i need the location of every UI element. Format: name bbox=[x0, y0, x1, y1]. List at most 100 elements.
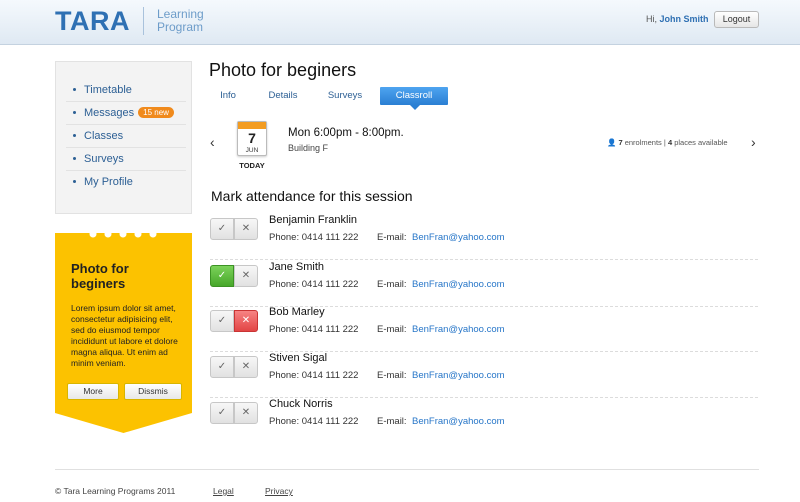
email-link[interactable]: BenFran@yahoo.com bbox=[412, 232, 505, 243]
attendance-row: ✓ ✕ Bob Marley Phone: 0414 111 222 E-mai… bbox=[210, 306, 758, 352]
sidebar-item-label: Classes bbox=[84, 130, 124, 142]
mark-present-button[interactable]: ✓ bbox=[210, 218, 234, 240]
person-icon: 👤 bbox=[607, 138, 617, 147]
sidebar-item-label: My Profile bbox=[84, 176, 133, 188]
user-name[interactable]: John Smith bbox=[660, 14, 709, 24]
mark-present-button[interactable]: ✓ bbox=[210, 402, 234, 424]
next-session-arrow-icon[interactable]: › bbox=[751, 134, 756, 150]
phone-label: Phone: bbox=[269, 324, 300, 335]
person-name: Stiven Sigal bbox=[269, 352, 328, 364]
attendance-title: Mark attendance for this session bbox=[211, 188, 413, 204]
legal-link[interactable]: Legal bbox=[213, 486, 234, 496]
sidebar-item-label: Timetable bbox=[84, 84, 132, 96]
email-link[interactable]: BenFran@yahoo.com bbox=[412, 416, 505, 427]
enrolments-label: enrolments | bbox=[624, 138, 666, 147]
sidebar-nav: Timetable Messages 15 new Classes Surveys… bbox=[55, 61, 192, 214]
logo-sub-line2: Program bbox=[157, 20, 204, 34]
enrolment-info: 👤 7 enrolments | 4 places available bbox=[607, 138, 728, 147]
places-label: places available bbox=[674, 138, 728, 147]
email-label: E-mail: bbox=[377, 416, 407, 427]
logo-divider bbox=[143, 7, 144, 35]
phone-value: 0414 111 222 bbox=[301, 232, 359, 243]
calendar-icon: 7 JUN bbox=[237, 121, 267, 156]
page-title: Photo for beginers bbox=[209, 60, 357, 80]
person-name: Jane Smith bbox=[269, 261, 325, 273]
phone-label: Phone: bbox=[269, 416, 300, 427]
person-name: Bob Marley bbox=[269, 306, 325, 318]
mark-absent-button[interactable]: ✕ bbox=[234, 356, 258, 378]
header-bar: TARA Learning Program Hi, John Smith Log… bbox=[0, 0, 800, 45]
person-phone: Phone: 0414 111 222 bbox=[269, 232, 358, 243]
mark-absent-button[interactable]: ✕ bbox=[234, 265, 258, 287]
calendar-month: JUN bbox=[245, 147, 259, 154]
tab-info[interactable]: Info bbox=[212, 87, 244, 105]
person-name: Benjamin Franklin bbox=[269, 214, 358, 226]
mark-present-button[interactable]: ✓ bbox=[210, 265, 234, 287]
phone-value: 0414 111 222 bbox=[301, 416, 359, 427]
bullet-icon bbox=[73, 179, 76, 183]
promo-dismiss-button[interactable]: Dissmis bbox=[124, 383, 182, 400]
mark-absent-button[interactable]: ✕ bbox=[234, 310, 258, 332]
person-phone: Phone: 0414 111 222 bbox=[269, 416, 358, 427]
attendance-row: ✓ ✕ Benjamin Franklin Phone: 0414 111 22… bbox=[210, 214, 758, 260]
logo-subtitle: Learning Program bbox=[157, 8, 204, 34]
mark-absent-button[interactable]: ✕ bbox=[234, 218, 258, 240]
tab-classroll[interactable]: Classroll bbox=[380, 87, 448, 110]
logo[interactable]: TARA bbox=[55, 6, 130, 37]
email-link[interactable]: BenFran@yahoo.com bbox=[412, 324, 505, 335]
footer-divider bbox=[55, 469, 759, 470]
bullet-icon bbox=[73, 110, 76, 114]
privacy-link[interactable]: Privacy bbox=[265, 486, 293, 496]
sidebar-item-label: Messages bbox=[84, 107, 135, 119]
bullet-icon bbox=[73, 87, 76, 91]
previous-session-arrow-icon[interactable]: ‹ bbox=[210, 134, 215, 150]
logout-button[interactable]: Logout bbox=[714, 11, 759, 28]
calendar-day: 7 bbox=[248, 130, 256, 146]
tab-details[interactable]: Details bbox=[260, 87, 306, 105]
session-place: Building F bbox=[288, 143, 329, 153]
email-link[interactable]: BenFran@yahoo.com bbox=[412, 279, 505, 290]
person-phone: Phone: 0414 111 222 bbox=[269, 279, 358, 290]
email-label: E-mail: bbox=[377, 370, 407, 381]
email-link[interactable]: BenFran@yahoo.com bbox=[412, 370, 505, 381]
sidebar-item-surveys[interactable]: Surveys bbox=[66, 148, 186, 171]
mark-present-button[interactable]: ✓ bbox=[210, 356, 234, 378]
promo-title: Photo for beginers bbox=[71, 261, 129, 291]
mark-present-button[interactable]: ✓ bbox=[210, 310, 234, 332]
email-label: E-mail: bbox=[377, 232, 407, 243]
bullet-icon bbox=[73, 133, 76, 137]
phone-label: Phone: bbox=[269, 232, 300, 243]
phone-value: 0414 111 222 bbox=[301, 279, 359, 290]
sidebar-item-my-profile[interactable]: My Profile bbox=[66, 171, 186, 194]
sidebar-item-messages[interactable]: Messages 15 new bbox=[66, 102, 186, 125]
enrolments-count: 7 bbox=[618, 138, 623, 147]
today-label: TODAY bbox=[239, 161, 265, 170]
tab-surveys[interactable]: Surveys bbox=[320, 87, 370, 105]
attendance-row: ✓ ✕ Chuck Norris Phone: 0414 111 222 E-m… bbox=[210, 398, 758, 444]
places-count: 4 bbox=[667, 138, 673, 147]
sidebar-item-classes[interactable]: Classes bbox=[66, 125, 186, 148]
mark-absent-button[interactable]: ✕ bbox=[234, 402, 258, 424]
sidebar-item-label: Surveys bbox=[84, 153, 124, 165]
promo-card: Photo for beginers Lorem ipsum dolor sit… bbox=[55, 233, 192, 433]
attendance-row: ✓ ✕ Jane Smith Phone: 0414 111 222 E-mai… bbox=[210, 261, 758, 307]
phone-label: Phone: bbox=[269, 370, 300, 381]
bullet-icon bbox=[73, 156, 76, 160]
phone-value: 0414 111 222 bbox=[301, 370, 359, 381]
sidebar-item-timetable[interactable]: Timetable bbox=[66, 79, 186, 102]
email-label: E-mail: bbox=[377, 324, 407, 335]
phone-label: Phone: bbox=[269, 279, 300, 290]
greeting-text: Hi, bbox=[646, 14, 657, 24]
promo-more-button[interactable]: More bbox=[67, 383, 119, 400]
user-greeting: Hi, John Smith bbox=[646, 14, 709, 24]
messages-badge: 15 new bbox=[138, 107, 174, 118]
phone-value: 0414 111 222 bbox=[301, 324, 359, 335]
person-phone: Phone: 0414 111 222 bbox=[269, 324, 358, 335]
copyright-text: © Tara Learning Programs 2011 bbox=[55, 486, 176, 496]
email-label: E-mail: bbox=[377, 279, 407, 290]
person-phone: Phone: 0414 111 222 bbox=[269, 370, 358, 381]
person-name: Chuck Norris bbox=[269, 398, 333, 410]
session-time: Mon 6:00pm - 8:00pm. bbox=[288, 127, 404, 139]
promo-text: Lorem ipsum dolor sit amet, consectetur … bbox=[71, 303, 178, 368]
attendance-row: ✓ ✕ Stiven Sigal Phone: 0414 111 222 E-m… bbox=[210, 352, 758, 398]
